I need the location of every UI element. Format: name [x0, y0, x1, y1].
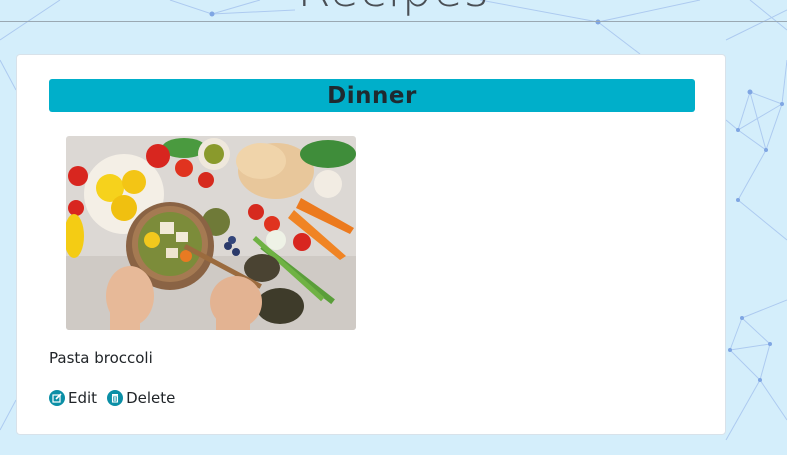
- edit-label: Edit: [68, 389, 98, 407]
- recipe-name: Pasta broccoli: [49, 349, 153, 367]
- edit-icon: [49, 390, 65, 406]
- recipe-actions: Edit Delete: [49, 389, 185, 407]
- section-header: Dinner: [49, 79, 695, 112]
- section-title: Dinner: [327, 82, 417, 109]
- meal-section-card: Dinner Pasta broccoli Edit Delete: [16, 54, 726, 435]
- delete-button[interactable]: Delete: [107, 389, 175, 407]
- recipe-image[interactable]: [66, 136, 356, 330]
- page-title: Recipes: [0, 0, 787, 18]
- delete-label: Delete: [126, 389, 176, 407]
- trash-icon: [107, 390, 124, 406]
- header-divider: [0, 21, 787, 22]
- edit-button[interactable]: Edit: [49, 389, 97, 407]
- page-title-strip: Recipes: [0, 0, 787, 21]
